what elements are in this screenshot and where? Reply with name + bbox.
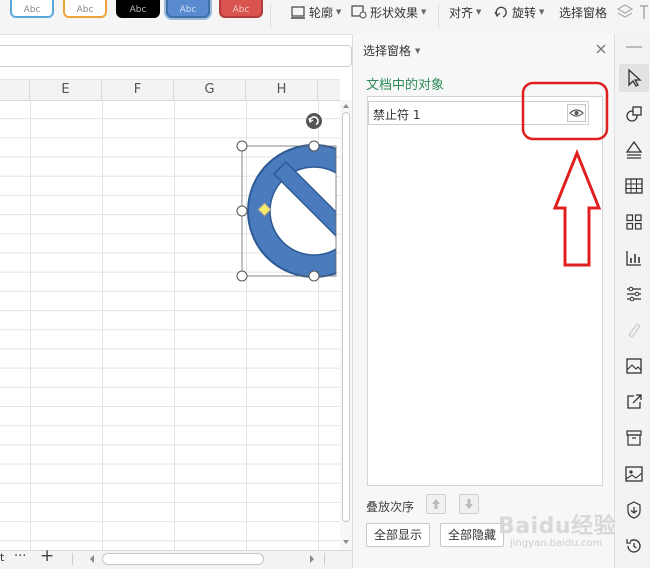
chevron-down-icon: ▼ (421, 8, 427, 16)
shape-effects-label: 形状效果 (370, 5, 419, 20)
arrow-down-icon (465, 499, 473, 509)
hide-all-button[interactable]: 全部隐藏 (440, 523, 504, 547)
show-all-button[interactable]: 全部显示 (366, 523, 430, 547)
image-frame-icon[interactable] (624, 356, 644, 376)
baidu-watermark-url: jingyan.baidu.com (510, 538, 603, 549)
chevron-down-icon: ▼ (476, 8, 482, 16)
ribbon-divider (270, 4, 271, 28)
chart-icon[interactable] (624, 248, 644, 268)
object-name: 禁止符 1 (373, 108, 421, 122)
scroll-left-icon[interactable] (88, 554, 96, 564)
align-button[interactable]: 对齐 ▼ (449, 4, 481, 20)
column-header-g[interactable]: G (174, 80, 246, 100)
ribbon-toolbar: Abc Abc Abc Abc Abc 轮廓 ▼ 形状效果 ▼ 对齐 ▼ 旋转 … (0, 0, 650, 35)
apps-grid-icon[interactable] (624, 212, 644, 232)
objects-section-title: 文档中的对象 (366, 78, 445, 93)
share-export-icon[interactable] (624, 392, 644, 412)
sliders-icon[interactable] (624, 284, 644, 304)
shape-style-swatch[interactable]: Abc (116, 0, 160, 18)
table-icon[interactable] (624, 176, 644, 196)
chevron-down-icon: ▼ (415, 46, 421, 55)
ribbon-divider (438, 4, 439, 28)
more-sheets-button[interactable]: ··· (14, 549, 26, 564)
prohibited-shape[interactable] (230, 108, 340, 288)
formula-input[interactable] (0, 45, 352, 67)
baidu-watermark-logo: Baidu经验 (498, 514, 617, 539)
column-header-i[interactable] (318, 80, 340, 100)
column-header-f[interactable]: F (102, 80, 174, 100)
shape-style-swatch[interactable]: Abc (63, 0, 107, 18)
download-shield-icon[interactable] (624, 500, 644, 520)
sheet-tab-fragment[interactable]: t (0, 551, 4, 564)
brush-icon-disabled (628, 323, 641, 338)
rotate-handle-icon (306, 113, 322, 129)
arrow-up-icon (432, 499, 440, 509)
annotation-overlay (521, 81, 609, 267)
shapes-icon[interactable] (624, 104, 644, 124)
pane-title: 选择窗格 (363, 44, 412, 58)
stacking-order-label: 叠放次序 (366, 500, 415, 514)
chevron-down-icon: ▼ (336, 8, 342, 16)
layers-icon[interactable] (624, 140, 644, 160)
align-label: 对齐 (449, 5, 474, 20)
pane-title-dropdown[interactable]: 选择窗格 ▼ (363, 42, 420, 59)
outline-button[interactable]: 轮廓 ▼ (290, 4, 341, 20)
column-header-d[interactable] (0, 80, 30, 100)
tab-divider (324, 553, 325, 565)
swatch-label: Abc (76, 5, 94, 15)
cursor-select-icon[interactable] (624, 68, 644, 88)
swatch-label: Abc (23, 5, 41, 15)
bring-forward-button[interactable] (426, 494, 446, 514)
shape-effects-button[interactable]: 形状效果 ▼ (351, 4, 426, 20)
picture-icon[interactable] (624, 464, 644, 484)
shape-style-swatch[interactable]: Abc (10, 0, 54, 18)
sheet-horizontal-scroll-thumb[interactable] (102, 553, 264, 565)
swatch-label: Abc (129, 5, 147, 15)
sheet-vertical-scroll-thumb[interactable] (342, 112, 350, 522)
rotate-button[interactable]: 旋转 ▼ (493, 4, 544, 20)
add-sheet-button[interactable]: + (40, 546, 54, 566)
swatch-label: Abc (179, 5, 197, 15)
close-icon[interactable] (595, 43, 607, 55)
selection-pane-button[interactable]: 选择窗格 (559, 4, 607, 20)
rotate-icon (494, 6, 507, 18)
shape-style-swatch-selected[interactable]: Abc (166, 0, 210, 18)
chevron-down-icon: ▼ (539, 8, 545, 16)
outline-icon (291, 6, 305, 19)
tab-divider (72, 553, 73, 565)
selection-pane-label: 选择窗格 (559, 5, 608, 20)
shape-effects-icon (351, 5, 367, 19)
scroll-up-icon[interactable] (342, 102, 350, 110)
rotate-label: 旋转 (512, 5, 537, 20)
shape-style-swatch[interactable]: Abc (219, 0, 263, 18)
column-header-e[interactable]: E (30, 80, 102, 100)
outline-label: 轮廓 (309, 5, 334, 20)
archive-icon[interactable] (624, 428, 644, 448)
column-header-row: E F G H (0, 79, 340, 101)
send-backward-button[interactable] (459, 494, 479, 514)
scroll-down-icon[interactable] (342, 538, 350, 546)
group-icon[interactable] (615, 3, 635, 21)
column-header-h[interactable]: H (246, 80, 318, 100)
more-tools-icon[interactable] (638, 3, 650, 21)
history-icon[interactable] (624, 536, 644, 556)
sidebar-grip (626, 46, 642, 48)
swatch-label: Abc (232, 5, 250, 15)
scroll-right-icon[interactable] (308, 554, 316, 564)
